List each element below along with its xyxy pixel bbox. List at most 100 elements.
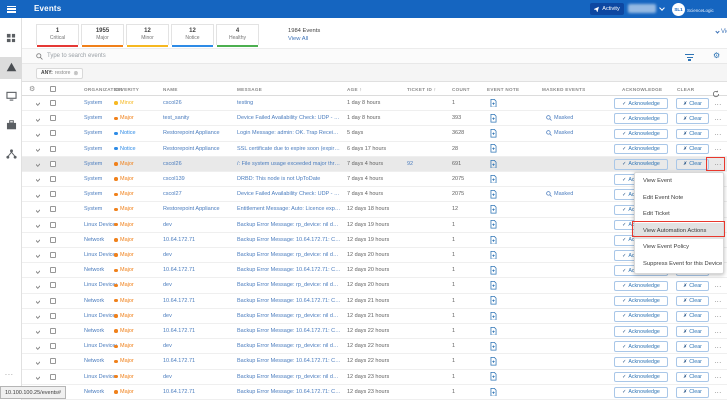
- ticket-id-link[interactable]: [407, 218, 435, 232]
- expand-row-chevron-icon[interactable]: [36, 101, 40, 106]
- ticket-id-link[interactable]: [407, 309, 435, 323]
- acknowledge-button[interactable]: ✓Acknowledge: [614, 372, 668, 383]
- acknowledge-button[interactable]: ✓Acknowledge: [614, 326, 668, 337]
- view-menu-link[interactable]: View: [716, 29, 727, 35]
- device-name-link[interactable]: cscol26: [163, 96, 235, 110]
- ticket-id-link[interactable]: [407, 263, 435, 277]
- organization-link[interactable]: Linux Devices: [84, 248, 117, 262]
- severity-card-critical[interactable]: 1Critical: [36, 24, 79, 45]
- severity-card-healthy[interactable]: 4Healthy: [216, 24, 259, 45]
- table-row[interactable]: Network Major 10.64.172.71 Backup Error …: [22, 233, 727, 248]
- ticket-id-link[interactable]: [407, 187, 435, 201]
- table-row[interactable]: Network Major 10.64.172.71 Backup Error …: [22, 263, 727, 278]
- expand-row-chevron-icon[interactable]: [36, 237, 40, 242]
- event-note-icon[interactable]: [490, 142, 497, 156]
- device-name-link[interactable]: 10.64.172.71: [163, 294, 235, 308]
- event-note-icon[interactable]: [490, 157, 497, 171]
- acknowledge-button[interactable]: ✓Acknowledge: [614, 129, 668, 140]
- search-input[interactable]: Type to search events: [36, 49, 336, 63]
- clear-button[interactable]: ✗Clear: [676, 326, 709, 337]
- device-name-link[interactable]: dev: [163, 309, 235, 323]
- activity-button[interactable]: Activity: [590, 3, 624, 15]
- row-checkbox[interactable]: [50, 161, 56, 167]
- clear-button[interactable]: ✗Clear: [676, 311, 709, 322]
- ticket-id-link[interactable]: [407, 202, 435, 216]
- organization-link[interactable]: Network: [84, 324, 117, 338]
- expand-row-chevron-icon[interactable]: [36, 253, 40, 258]
- device-name-link[interactable]: 10.64.172.71: [163, 263, 235, 277]
- acknowledge-button[interactable]: ✓Acknowledge: [614, 296, 668, 307]
- row-more-actions-button[interactable]: ...: [712, 324, 724, 338]
- ticket-id-link[interactable]: [407, 370, 435, 384]
- row-more-actions-button[interactable]: ...: [712, 278, 724, 292]
- menu-item-edit-event-note[interactable]: Edit Event Note: [635, 190, 723, 207]
- organization-link[interactable]: System: [84, 126, 117, 140]
- organization-link[interactable]: System: [84, 202, 117, 216]
- table-row[interactable]: System Minor cscol26 testing 1 day 8 hou…: [22, 96, 727, 111]
- event-note-icon[interactable]: [490, 248, 497, 262]
- row-checkbox[interactable]: [50, 282, 56, 288]
- table-row[interactable]: Linux Devices Major dev Backup Error Mes…: [22, 218, 727, 233]
- ticket-id-link[interactable]: [407, 248, 435, 262]
- table-row[interactable]: System Major cscol139 DRBD: This node is…: [22, 172, 727, 187]
- expand-row-chevron-icon[interactable]: [36, 192, 40, 197]
- table-row[interactable]: System Notice Restorepoint Appliance SSL…: [22, 142, 727, 157]
- row-checkbox[interactable]: [50, 146, 56, 152]
- event-message-link[interactable]: Entitlement Message: Auto: Licence expir…: [237, 202, 341, 216]
- acknowledge-button[interactable]: ✓Acknowledge: [614, 341, 668, 352]
- event-message-link[interactable]: Backup Error Message: 10.64.172.71: Coul…: [237, 263, 341, 277]
- event-message-link[interactable]: Device Failed Availability Check: UDP - …: [237, 111, 341, 125]
- row-more-actions-button[interactable]: ...: [712, 157, 724, 171]
- table-row[interactable]: System Major cscol27 Device Failed Avail…: [22, 187, 727, 202]
- table-row[interactable]: System Major test_sanity Device Failed A…: [22, 111, 727, 126]
- event-note-icon[interactable]: [490, 172, 497, 186]
- column-settings-gear-icon[interactable]: ⚙: [29, 85, 35, 93]
- event-note-icon[interactable]: [490, 278, 497, 292]
- event-message-link[interactable]: Backup Error Message: rp_device: nil dev…: [237, 309, 341, 323]
- sidebar-overflow-dots[interactable]: ...: [5, 370, 14, 377]
- organization-link[interactable]: Network: [84, 354, 117, 368]
- ticket-id-link[interactable]: [407, 354, 435, 368]
- ticket-id-link[interactable]: [407, 111, 435, 125]
- ticket-id-link[interactable]: [407, 142, 435, 156]
- event-note-icon[interactable]: [490, 354, 497, 368]
- event-message-link[interactable]: testing: [237, 96, 341, 110]
- expand-row-chevron-icon[interactable]: [36, 374, 40, 379]
- row-checkbox[interactable]: [50, 252, 56, 258]
- sidebar-item-maps[interactable]: [0, 144, 22, 166]
- acknowledge-button[interactable]: ✓Acknowledge: [614, 113, 668, 124]
- table-row[interactable]: System Notice Restorepoint Appliance Log…: [22, 126, 727, 141]
- row-checkbox[interactable]: [50, 206, 56, 212]
- menu-item-view-automation-actions[interactable]: View Automation Actions: [635, 223, 723, 240]
- expand-row-chevron-icon[interactable]: [36, 329, 40, 334]
- acknowledge-button[interactable]: ✓Acknowledge: [614, 311, 668, 322]
- organization-link[interactable]: Network: [84, 263, 117, 277]
- row-more-actions-button[interactable]: ...: [712, 354, 724, 368]
- row-checkbox[interactable]: [50, 267, 56, 273]
- row-checkbox[interactable]: [50, 100, 56, 106]
- row-checkbox[interactable]: [50, 343, 56, 349]
- event-note-icon[interactable]: [490, 126, 497, 140]
- device-name-link[interactable]: Restorepoint Appliance: [163, 126, 235, 140]
- ticket-id-link[interactable]: [407, 172, 435, 186]
- device-name-link[interactable]: dev: [163, 278, 235, 292]
- column-header-severity[interactable]: SEVERITY: [114, 87, 139, 92]
- table-row[interactable]: Network Major 10.64.172.71 Backup Error …: [22, 294, 727, 309]
- row-checkbox[interactable]: [50, 313, 56, 319]
- device-name-link[interactable]: dev: [163, 339, 235, 353]
- ticket-id-link[interactable]: 92: [407, 157, 435, 171]
- event-note-icon[interactable]: [490, 324, 497, 338]
- column-header-acknowledge[interactable]: ACKNOWLEDGE: [622, 87, 662, 92]
- sidebar-item-events[interactable]: [0, 57, 22, 79]
- expand-row-chevron-icon[interactable]: [36, 177, 40, 182]
- row-checkbox[interactable]: [50, 115, 56, 121]
- event-message-link[interactable]: Backup Error Message: 10.64.172.71: Coul…: [237, 233, 341, 247]
- clear-button[interactable]: ✗Clear: [676, 387, 709, 398]
- event-note-icon[interactable]: [490, 385, 497, 399]
- row-checkbox[interactable]: [50, 328, 56, 334]
- select-all-checkbox[interactable]: [50, 86, 56, 92]
- masked-events-link[interactable]: Masked: [546, 187, 573, 201]
- organization-link[interactable]: Linux Devices: [84, 370, 117, 384]
- device-name-link[interactable]: cscol26: [163, 157, 235, 171]
- ticket-id-link[interactable]: [407, 96, 435, 110]
